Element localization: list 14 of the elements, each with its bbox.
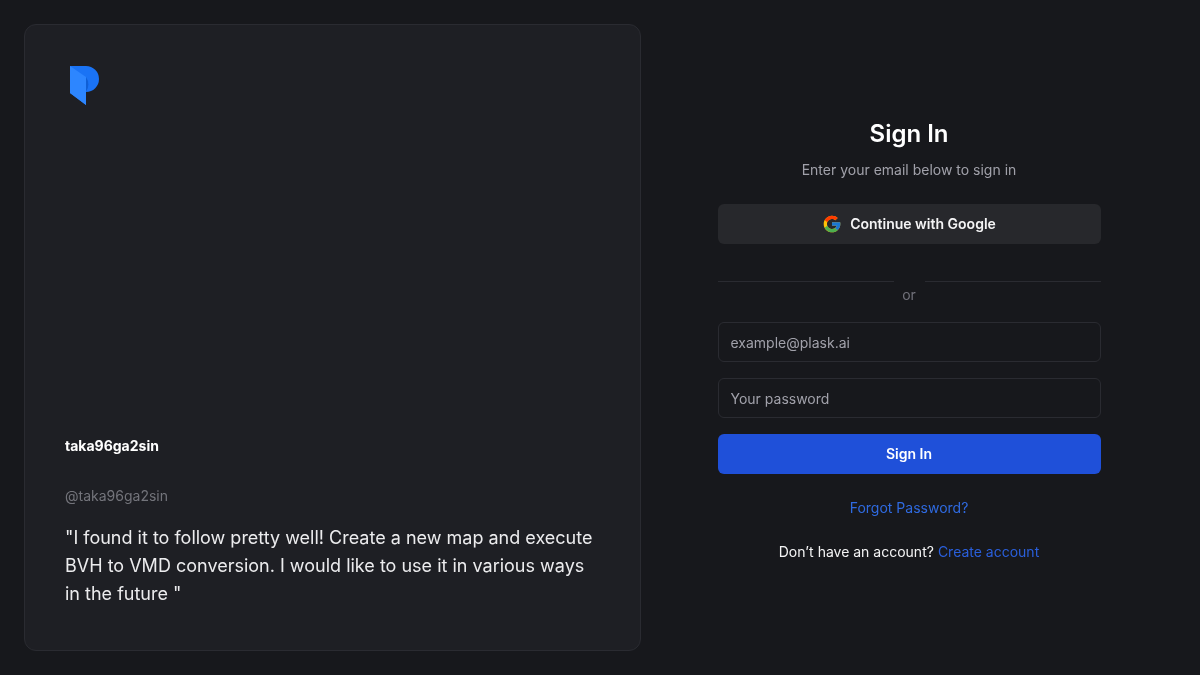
input-field[interactable]: example@plask.ai	[717, 322, 1101, 362]
forgot-password-link[interactable]: Forgot Password?	[849, 498, 969, 518]
author-handle: @taka96ga2sin	[65, 486, 169, 506]
input-field[interactable]: Your password	[717, 378, 1101, 418]
divider-text: or	[901, 285, 917, 305]
sign-in-subtitle: Enter your email below to sign in	[800, 160, 1018, 180]
logo-icon	[70, 65, 100, 105]
signup-prompt: Don’t have an account?	[778, 542, 934, 562]
google-icon	[822, 214, 843, 234]
google-button[interactable]: Continue with Google	[717, 204, 1101, 244]
author-name: taka96ga2sin	[65, 436, 160, 456]
testimonial-quote: "I found it to follow pretty well! Create a new map and execute BVH to VMD conversion. I would like to use it in various ways in the future "	[65, 526, 594, 606]
sign-in-title: Sign In	[868, 118, 950, 150]
sign-in-button[interactable]: Sign In	[717, 434, 1101, 474]
